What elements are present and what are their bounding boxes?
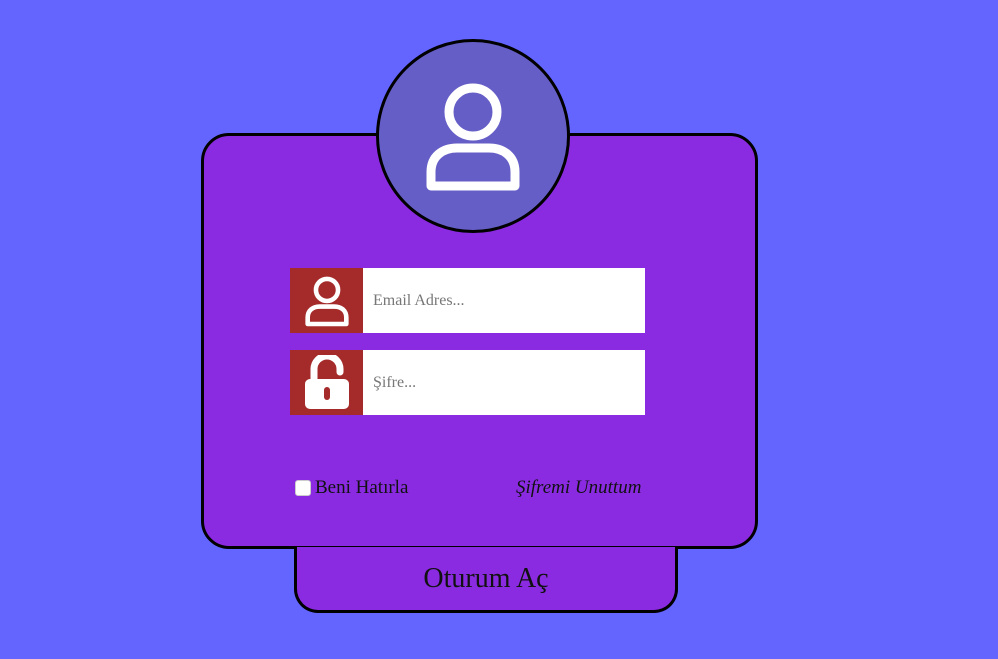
password-icon-box: [290, 350, 363, 415]
remember-checkbox[interactable]: [295, 480, 311, 496]
email-input[interactable]: [363, 268, 645, 333]
email-field: [290, 268, 645, 333]
password-input[interactable]: [363, 350, 645, 415]
password-field: [290, 350, 645, 415]
avatar: [376, 39, 570, 233]
forgot-password-link[interactable]: Şifremi Unuttum: [516, 477, 641, 499]
login-button[interactable]: Oturum Aç: [294, 547, 678, 613]
unlock-icon: [304, 354, 349, 409]
login-button-label: Oturum Aç: [423, 562, 549, 594]
user-icon: [426, 83, 520, 191]
user-icon: [304, 276, 349, 326]
remember-me[interactable]: Beni Hatırla: [295, 477, 408, 499]
email-icon-box: [290, 268, 363, 333]
remember-label: Beni Hatırla: [315, 477, 409, 498]
